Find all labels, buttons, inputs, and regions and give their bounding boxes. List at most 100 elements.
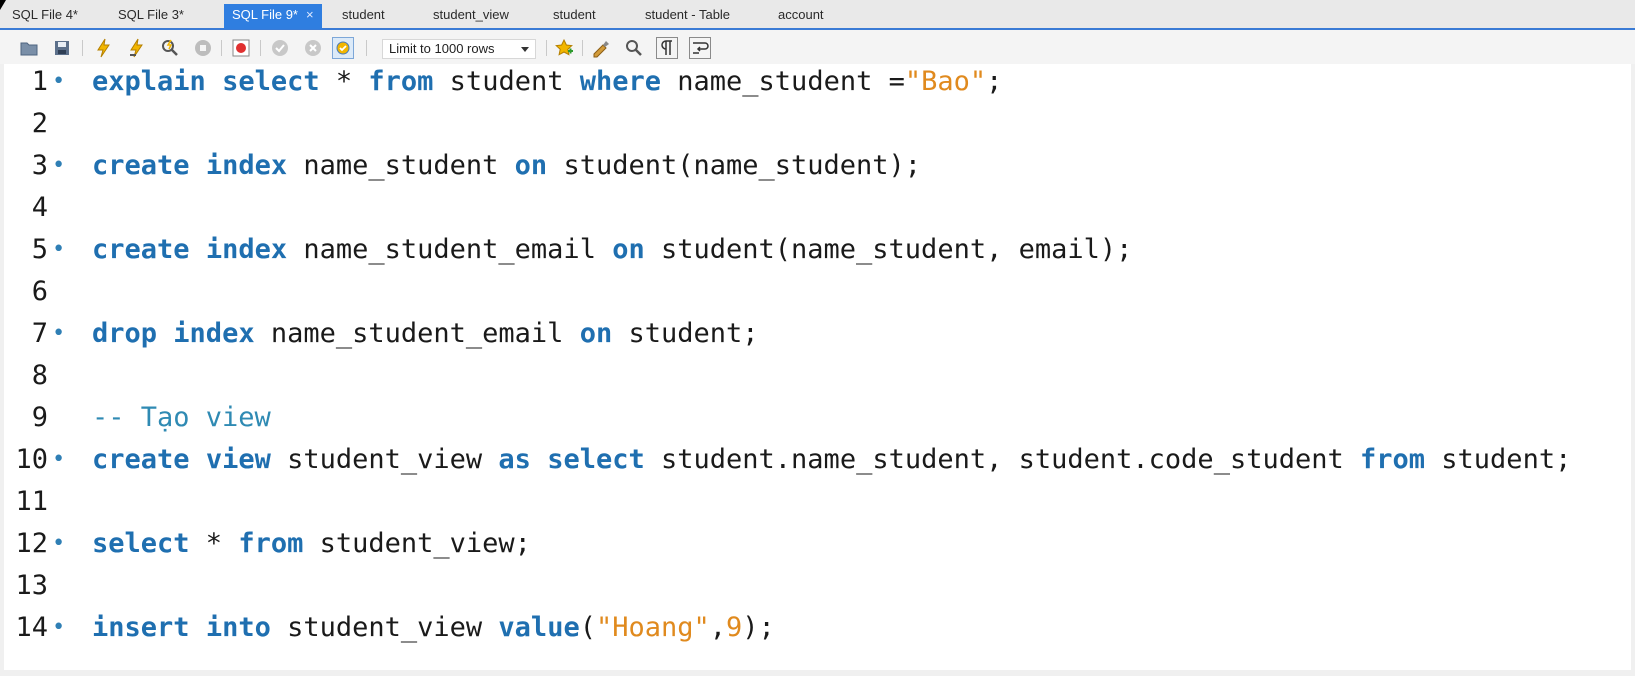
code-text: select * from student_view; <box>92 523 531 565</box>
sql-keyword: select <box>547 444 645 475</box>
sql-text: * <box>189 528 239 559</box>
explain-icon[interactable] <box>159 37 181 59</box>
sql-text: student; <box>1425 444 1572 475</box>
rollback-icon[interactable] <box>302 37 324 59</box>
sql-text: * <box>319 66 369 97</box>
code-line[interactable]: 13 <box>4 565 1631 607</box>
tab-label: account <box>778 7 824 22</box>
line-number: 9 <box>31 402 48 433</box>
tab-student[interactable]: student <box>334 4 393 26</box>
sql-text: student_view <box>270 444 499 475</box>
sql-string: "Bao" <box>904 66 987 97</box>
execute-current-icon[interactable] <box>126 37 148 59</box>
save-icon[interactable] <box>51 37 73 59</box>
code-line[interactable]: 2 <box>4 103 1631 145</box>
sql-keyword: from <box>238 528 304 559</box>
sql-keyword: on <box>579 318 613 349</box>
sql-text: name_student <box>287 150 515 181</box>
sql-keyword: explain <box>92 66 206 97</box>
beautify-icon[interactable] <box>590 37 612 59</box>
tab-student-view[interactable]: student_view <box>425 4 517 26</box>
sql-keyword: value <box>498 612 580 643</box>
code-line[interactable]: 7 • drop index name_student_email on stude… <box>4 313 1631 355</box>
code-line[interactable]: 14 • insert into student_view value("Hoang… <box>4 607 1631 649</box>
sql-text: student_view; <box>303 528 531 559</box>
autocommit-icon[interactable] <box>332 37 354 59</box>
limit-rows-select[interactable]: Limit to 1000 rows <box>382 39 536 59</box>
statement-marker-icon: • <box>52 531 66 556</box>
code-line[interactable]: 11 <box>4 481 1631 523</box>
execute-icon[interactable] <box>93 37 115 59</box>
line-number: 3 <box>31 150 48 181</box>
line-number: 10 <box>15 444 48 475</box>
tab-label: student <box>553 7 596 22</box>
line-number: 13 <box>15 570 48 601</box>
code-line[interactable]: 12 • select * from student_view; <box>4 523 1631 565</box>
sql-text: student(name_student, email); <box>644 234 1133 265</box>
find-icon[interactable] <box>623 37 645 59</box>
toggle-error-icon[interactable] <box>230 37 252 59</box>
sql-text: student; <box>612 318 759 349</box>
open-folder-icon[interactable] <box>18 37 40 59</box>
stop-icon[interactable] <box>192 37 214 59</box>
sql-keyword: drop <box>92 318 158 349</box>
sql-keyword: index <box>205 150 288 181</box>
code-text: insert into student_view value("Hoang",9… <box>92 607 775 649</box>
sql-text: , <box>709 612 727 643</box>
sql-keyword: into <box>205 612 271 643</box>
commit-icon[interactable] <box>269 37 291 59</box>
tab-sql-file-4[interactable]: SQL File 4* <box>4 4 86 26</box>
close-icon[interactable]: × <box>306 7 314 22</box>
sql-editor[interactable]: 1 • explain select * from student where na… <box>4 64 1631 670</box>
code-line[interactable]: 8 <box>4 355 1631 397</box>
line-number: 4 <box>31 192 48 223</box>
code-line[interactable]: 5 • create index name_student_email on stu… <box>4 229 1631 271</box>
sql-keyword: as <box>498 444 531 475</box>
code-text: create view student_view as select stude… <box>92 439 1571 481</box>
code-line[interactable]: 4 <box>4 187 1631 229</box>
tab-student-2[interactable]: student <box>545 4 604 26</box>
sql-text: name_student_email <box>287 234 613 265</box>
line-number: 6 <box>31 276 48 307</box>
tab-label: student <box>342 7 385 22</box>
sql-text: student.name_student, student.code_stude… <box>644 444 1360 475</box>
tab-account[interactable]: account <box>770 4 832 26</box>
line-number: 1 <box>31 66 48 97</box>
invisible-chars-icon[interactable] <box>656 37 678 59</box>
statement-marker-icon: • <box>52 153 66 178</box>
tab-label: student - Table <box>645 7 731 22</box>
sql-keyword: view <box>205 444 271 475</box>
tab-sql-file-3[interactable]: SQL File 3* <box>110 4 192 26</box>
sql-text: ; <box>986 66 1003 97</box>
code-text: explain select * from student where name… <box>92 64 1002 103</box>
wrap-icon[interactable] <box>689 37 711 59</box>
code-line[interactable]: 9 -- Tạo view <box>4 397 1631 439</box>
code-text: create index name_student_email on stude… <box>92 229 1132 271</box>
code-text: -- Tạo view <box>92 397 271 439</box>
code-line[interactable]: 10 • create view student_view as select st… <box>4 439 1631 481</box>
sql-keyword: index <box>173 318 255 349</box>
line-number: 8 <box>31 360 48 391</box>
sql-keyword: on <box>514 150 548 181</box>
statement-marker-icon: • <box>52 321 66 346</box>
line-number: 12 <box>15 528 48 559</box>
bookmark-icon[interactable] <box>553 37 575 59</box>
code-line[interactable]: 3 • create index name_student on student(n… <box>4 145 1631 187</box>
sql-editor-toolbar: Limit to 1000 rows <box>0 30 1635 64</box>
sql-keyword: index <box>205 234 288 265</box>
sql-text: ( <box>579 612 596 643</box>
code-line[interactable]: 1 • explain select * from student where na… <box>4 64 1631 103</box>
statement-marker-icon: • <box>52 447 66 472</box>
sql-keyword: where <box>579 66 662 97</box>
limit-rows-label: Limit to 1000 rows <box>389 41 495 56</box>
tab-student-table[interactable]: student - Table <box>637 4 738 26</box>
sql-keyword: create <box>92 444 190 475</box>
code-line[interactable]: 6 <box>4 271 1631 313</box>
tab-sql-file-9[interactable]: SQL File 9* × <box>224 4 322 29</box>
sql-keyword: create <box>92 234 190 265</box>
statement-marker-icon: • <box>52 615 66 640</box>
